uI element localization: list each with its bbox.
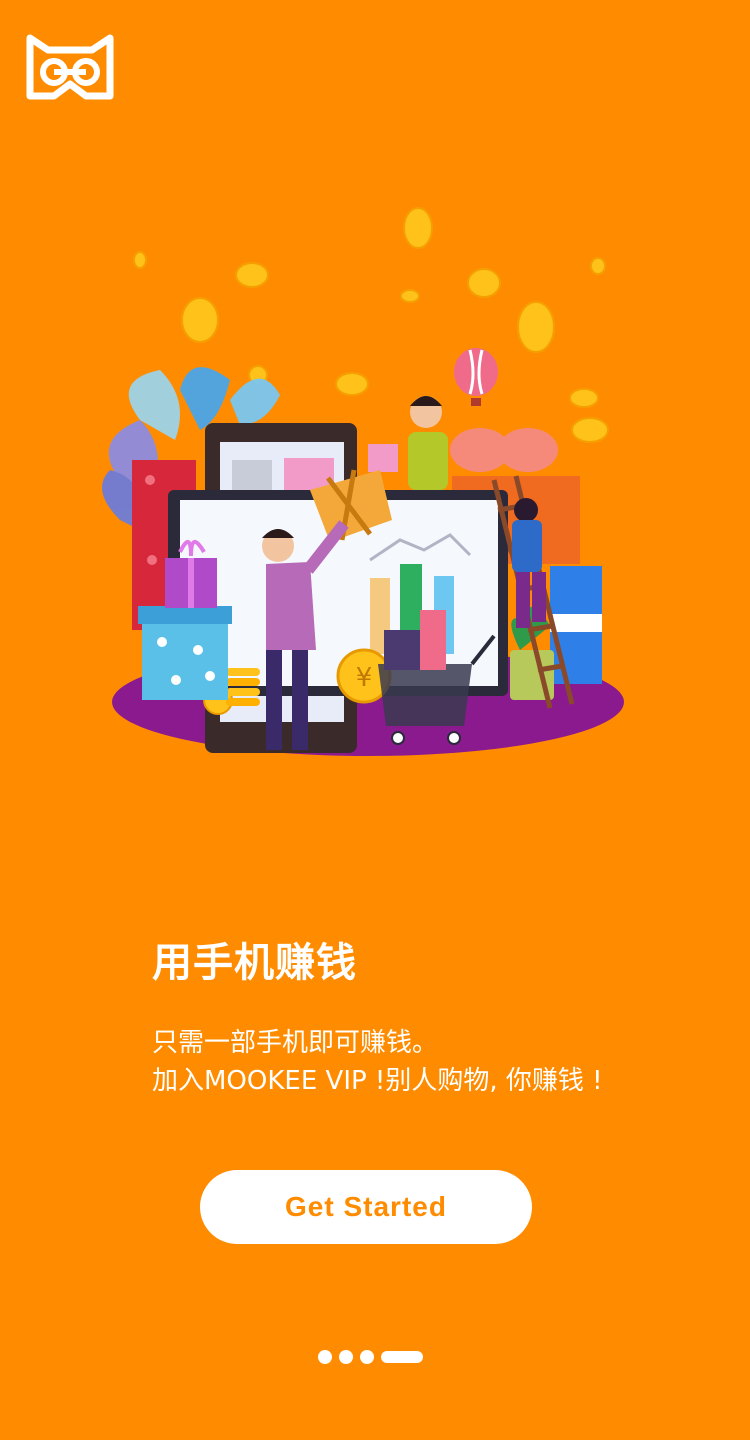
page-dot-1[interactable] bbox=[318, 1350, 332, 1364]
earn-money-illustration: ¥ bbox=[102, 207, 624, 756]
mookee-logo-icon bbox=[26, 34, 114, 100]
page-dot-2[interactable] bbox=[339, 1350, 353, 1364]
page-indicator bbox=[318, 1349, 423, 1365]
onboarding-description: 只需一部手机即可赚钱。 加入MOOKEE VIP !别人购物, 你赚钱 ! bbox=[152, 1024, 712, 1100]
description-line-2: 加入MOOKEE VIP !别人购物, 你赚钱 ! bbox=[152, 1066, 603, 1096]
page-dot-3[interactable] bbox=[360, 1350, 374, 1364]
balloon-icon bbox=[454, 348, 498, 406]
description-line-1: 只需一部手机即可赚钱。 bbox=[152, 1028, 439, 1058]
get-started-button[interactable]: Get Started bbox=[200, 1170, 532, 1244]
onboarding-title: 用手机赚钱 bbox=[152, 940, 357, 986]
svg-text:¥: ¥ bbox=[356, 663, 373, 693]
blue-gift-icon bbox=[138, 606, 232, 700]
page-dot-4-active[interactable] bbox=[381, 1351, 423, 1363]
